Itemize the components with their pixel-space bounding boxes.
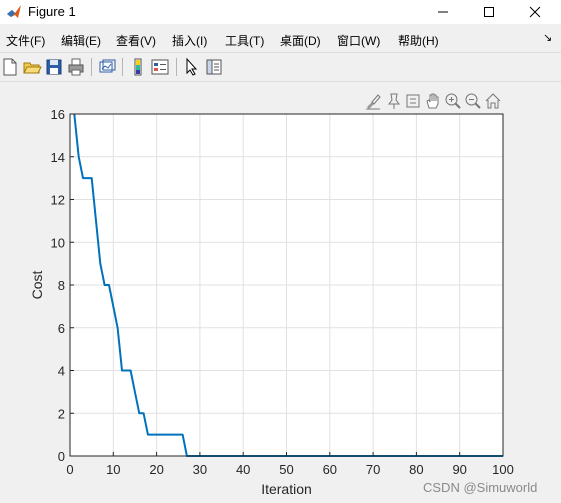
y-tick-label: 8 [58,278,65,293]
x-tick-label: 80 [409,462,423,477]
x-tick-label: 30 [193,462,207,477]
x-tick-label: 40 [236,462,250,477]
x-tick-label: 0 [66,462,73,477]
x-tick-label: 50 [279,462,293,477]
y-tick-label: 10 [51,235,65,250]
x-tick-label: 70 [366,462,380,477]
x-tick-label: 10 [106,462,120,477]
plot-svg: 0 10 20 30 40 50 60 70 80 90 100 0 2 4 6 8 10 12 14 16 Iter… [29,107,514,497]
y-tick-label: 14 [51,150,65,165]
x-tick-label: 20 [149,462,163,477]
y-tick-label: 16 [51,107,65,122]
y-tick-label: 4 [58,364,65,379]
y-tick-label: 0 [58,449,65,464]
y-axis-label: Cost [29,271,45,300]
y-tick-label: 12 [51,193,65,208]
x-tick-label: 100 [492,462,514,477]
x-tick-label: 90 [452,462,466,477]
y-tick-label: 6 [58,321,65,336]
x-axis-label: Iteration [261,481,312,497]
y-tick-label: 2 [58,406,65,421]
x-tick-label: 60 [323,462,337,477]
watermark: CSDN @Simuworld [423,480,538,495]
